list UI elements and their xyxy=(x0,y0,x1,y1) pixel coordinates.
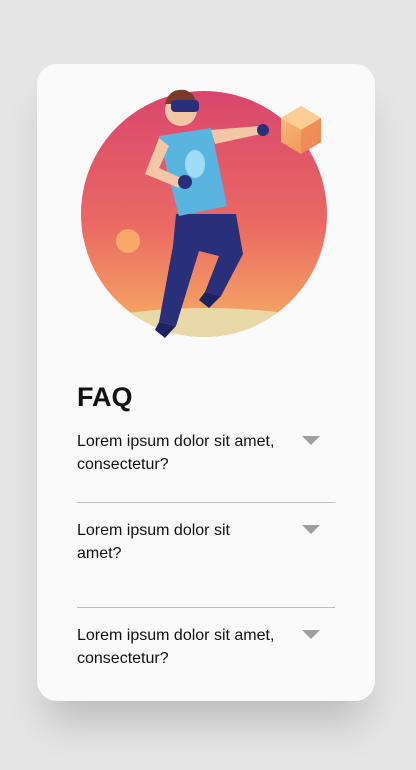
faq-item[interactable]: Lorem ipsum dolor sit amet? xyxy=(77,503,335,608)
faq-item[interactable]: Lorem ipsum dolor sit amet, consectetur? xyxy=(77,430,335,503)
faq-question: Lorem ipsum dolor sit amet, consectetur? xyxy=(77,627,275,667)
faq-question: Lorem ipsum dolor sit amet? xyxy=(77,522,230,562)
chevron-down-icon[interactable] xyxy=(302,436,320,445)
faq-card: FAQ Lorem ipsum dolor sit amet, consecte… xyxy=(37,64,375,701)
vr-player-illustration xyxy=(81,86,331,341)
page-title: FAQ xyxy=(77,382,133,412)
chevron-down-icon[interactable] xyxy=(302,525,320,534)
faq-list: Lorem ipsum dolor sit amet, consectetur?… xyxy=(77,430,335,670)
faq-item[interactable]: Lorem ipsum dolor sit amet, consectetur? xyxy=(77,608,335,670)
chevron-down-icon[interactable] xyxy=(302,630,320,639)
faq-question: Lorem ipsum dolor sit amet, consectetur? xyxy=(77,433,275,473)
